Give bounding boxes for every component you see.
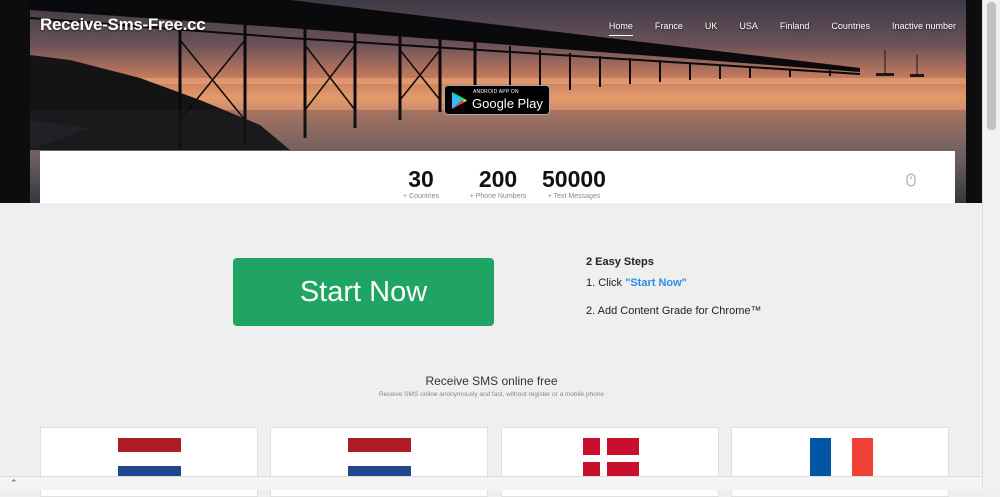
stat-phone-numbers: 200 + Phone Numbers [463,166,533,201]
france-flag-icon [810,438,873,480]
chevron-up-icon[interactable]: ⌃ [10,478,18,489]
start-now-button[interactable]: Start Now [233,258,494,326]
section-title: Receive SMS online free [425,374,558,388]
stat-label: + Countries [403,193,439,200]
stat-label: + Text Messages [547,193,601,200]
hero-banner: Receive-Sms-Free.cc Home France UK USA F… [0,0,1000,203]
step-two: 2. Add Content Grade for Chrome™ [586,305,762,317]
section-subtitle: Receive SMS online anonymously and fast,… [378,391,605,398]
stat-value: 50000 [542,166,606,192]
main-nav: Home France UK USA Finland Countries Ina… [587,21,956,36]
stats-panel: 30 + Countries 200 + Phone Numbers 50000… [40,151,955,203]
netherlands-flag-icon [118,438,181,480]
stat-value: 30 [408,166,434,192]
step-one: 1. Click "Start Now" [586,277,761,289]
step-one-text: 1. Click [586,277,626,289]
nav-home[interactable]: Home [608,21,633,36]
nav-usa[interactable]: USA [739,21,758,36]
nav-france[interactable]: France [655,21,683,36]
easy-steps: 2 Easy Steps 1. Click "Start Now" 2. Add… [586,256,761,317]
nav-uk[interactable]: UK [705,21,718,36]
nav-countries[interactable]: Countries [831,21,870,36]
stat-value: 200 [478,166,518,192]
stat-label: + Phone Numbers [469,193,527,200]
scrollbar-thumb[interactable] [987,2,996,130]
start-now-link[interactable]: "Start Now" [625,277,687,289]
stat-text-messages: 50000 + Text Messages [537,166,611,201]
netherlands-flag-icon [348,438,411,480]
site-logo[interactable]: Receive-Sms-Free.cc [40,15,206,35]
scroll-mouse-icon [906,173,916,187]
google-play-icon [452,92,467,109]
stat-countries: 30 + Countries [395,166,447,201]
badge-big-text: Google Play [472,96,543,111]
page-scrollbar[interactable] [982,0,1000,489]
nav-inactive-number[interactable]: Inactive number [892,21,956,36]
steps-title: 2 Easy Steps [586,256,654,268]
google-play-badge[interactable]: ANDROID APP ON Google Play [444,85,550,115]
denmark-flag-icon [583,438,639,480]
nav-finland[interactable]: Finland [780,21,810,36]
bottom-bar: ⌃ [0,476,983,490]
badge-small-text: ANDROID APP ON [473,89,519,95]
